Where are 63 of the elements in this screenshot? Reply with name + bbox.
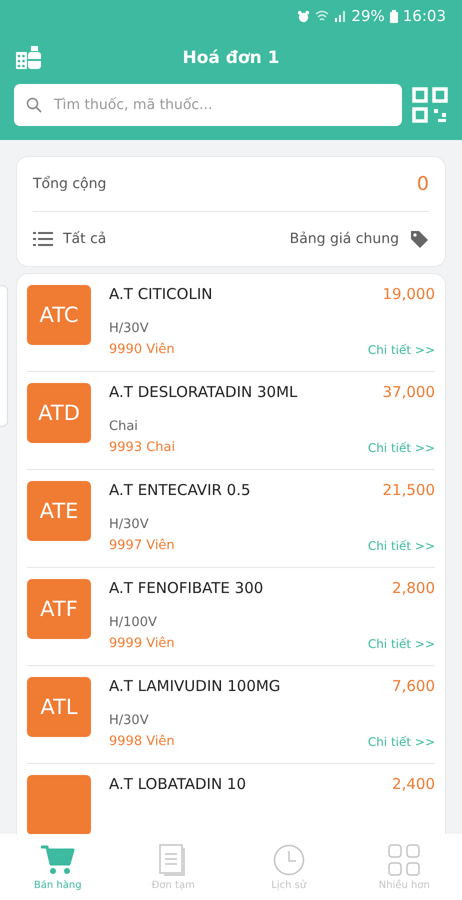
product-name: A.T LAMIVUDIN 100MG	[109, 677, 280, 695]
product-item[interactable]: ATF A.T FENOFIBATE 300 2,800 H/100V 9999 Viên Chi tiết >>	[27, 568, 435, 666]
total-label: Tổng cộng	[33, 176, 106, 192]
product-code-badge: ATD	[27, 383, 91, 443]
tag-icon	[409, 229, 429, 249]
nav-tab[interactable]: Lịch sử	[231, 834, 346, 900]
product-name: A.T CITICOLIN	[109, 285, 212, 303]
price-list-button[interactable]: Bảng giá chung	[290, 229, 429, 249]
product-code-badge: ATE	[27, 481, 91, 541]
battery-icon	[390, 10, 398, 22]
product-item[interactable]: ATL A.T LAMIVUDIN 100MG 7,600 H/30V 9998 Viên Chi tiết >>	[27, 666, 435, 764]
product-unit: H/100V	[109, 615, 158, 630]
filter-button[interactable]: Tất cả	[33, 231, 106, 247]
product-name: A.T LOBATADIN 10	[109, 775, 246, 793]
stock-quantity: 9998 Viên	[109, 734, 175, 749]
product-price: 2,800	[392, 579, 435, 597]
clock-time: 16:03	[402, 7, 446, 25]
stock-quantity: 9990 Viên	[109, 342, 175, 357]
product-unit: H/30V	[109, 713, 150, 728]
search-box[interactable]: Tìm thuốc, mã thuốc...	[14, 84, 402, 126]
product-unit: Chai	[109, 419, 139, 434]
clock-icon	[272, 844, 305, 876]
product-name: A.T DESLORATADIN 30ML	[109, 383, 298, 401]
product-code-badge: ATF	[27, 579, 91, 639]
total-value: 0	[416, 173, 429, 195]
nav-tab[interactable]: Bán hàng	[0, 834, 116, 900]
detail-link[interactable]: Chi tiết >>	[368, 538, 435, 552]
detail-link[interactable]: Chi tiết >>	[368, 636, 435, 650]
grid-icon	[388, 844, 420, 876]
product-price: 2,400	[392, 775, 435, 793]
stock-quantity: 9993 Chai	[109, 440, 176, 455]
product-item[interactable]: ATC A.T CITICOLIN 19,000 H/30V 9990 Viên Chi tiết >>	[27, 274, 435, 372]
product-name: A.T FENOFIBATE 300	[109, 579, 264, 597]
signal-icon	[334, 10, 346, 22]
nav-tab[interactable]: Nhiều hơn	[346, 834, 462, 900]
product-code-badge: ATL	[27, 677, 91, 737]
medicine-icon[interactable]	[16, 46, 42, 70]
wifi-icon	[315, 10, 330, 22]
nav-tab[interactable]: Đơn tạm	[116, 834, 231, 900]
detail-link[interactable]: Chi tiết >>	[368, 342, 435, 356]
product-item[interactable]: ATD A.T DESLORATADIN 30ML 37,000 Chai 9993 Chai Chi tiết >>	[27, 372, 435, 470]
battery-level: 29%	[351, 7, 385, 25]
cart-icon	[40, 844, 75, 876]
invoice-title: Hoá đơn 1	[182, 48, 280, 68]
detail-link[interactable]: Chi tiết >>	[368, 440, 435, 454]
product-item[interactable]: ATE A.T ENTECAVIR 0.5 21,500 H/30V 9997 Viên Chi tiết >>	[27, 470, 435, 568]
product-price: 37,000	[382, 383, 435, 401]
product-name: A.T ENTECAVIR 0.5	[109, 481, 251, 499]
detail-link[interactable]: Chi tiết >>	[368, 734, 435, 748]
product-unit: H/30V	[109, 517, 150, 532]
list-icon	[33, 232, 53, 246]
stock-quantity: 9997 Viên	[109, 538, 175, 553]
product-code-badge	[27, 775, 91, 834]
alarm-icon	[297, 10, 310, 22]
product-code-badge: ATC	[27, 285, 91, 345]
document-icon	[159, 844, 188, 876]
product-price: 19,000	[382, 285, 435, 303]
product-price: 21,500	[382, 481, 435, 499]
stock-quantity: 9999 Viên	[109, 636, 175, 651]
search-icon	[26, 97, 42, 113]
qr-code-icon[interactable]	[412, 87, 448, 123]
product-price: 7,600	[392, 677, 435, 695]
product-unit: H/30V	[109, 321, 150, 336]
